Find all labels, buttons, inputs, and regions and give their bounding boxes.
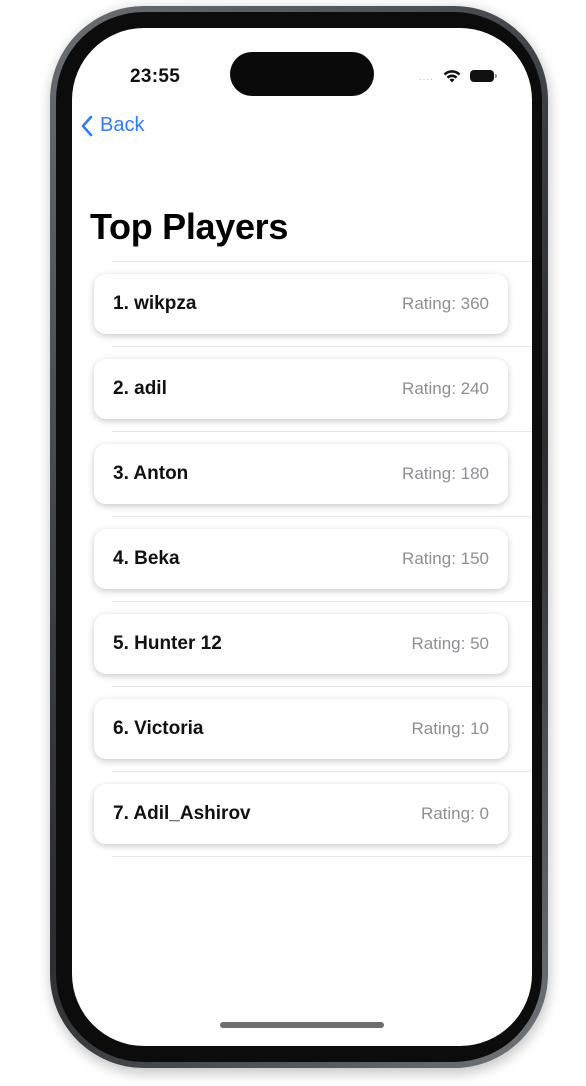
player-rating: Rating: 10 <box>411 719 490 738</box>
back-button[interactable]: Back <box>80 114 144 137</box>
player-card[interactable]: 4. Beka Rating: 150 <box>94 529 508 589</box>
player-rating: Rating: 150 <box>402 549 489 568</box>
list-item: 6. Victoria Rating: 10 <box>72 686 532 771</box>
player-card[interactable]: 3. Anton Rating: 180 <box>94 444 508 504</box>
list-item: 7. Adil_Ashirov Rating: 0 <box>72 771 532 857</box>
list-item: 4. Beka Rating: 150 <box>72 516 532 601</box>
row-separator <box>112 601 532 602</box>
player-name: 6. Victoria <box>113 718 204 739</box>
status-time: 23:55 <box>130 66 181 87</box>
page-title: Top Players <box>90 206 289 247</box>
player-card[interactable]: 1. wikpza Rating: 360 <box>94 274 508 334</box>
signal-icon: .... <box>418 72 434 83</box>
player-rating: Rating: 360 <box>402 294 489 313</box>
player-rating: Rating: 0 <box>420 804 489 823</box>
list-item: 2. adil Rating: 240 <box>72 346 532 431</box>
row-separator <box>112 686 532 687</box>
chevron-left-icon <box>81 115 93 136</box>
player-name: 4. Beka <box>113 548 180 569</box>
canvas: 23:55 .... Back Top Players 1. wikpza Ra… <box>0 0 586 1086</box>
player-name: 5. Hunter 12 <box>113 633 222 654</box>
battery-icon <box>470 70 497 82</box>
home-indicator[interactable] <box>220 1022 384 1028</box>
wifi-icon <box>443 70 461 83</box>
player-card[interactable]: 5. Hunter 12 Rating: 50 <box>94 614 508 674</box>
player-name: 3. Anton <box>113 463 189 484</box>
player-card[interactable]: 7. Adil_Ashirov Rating: 0 <box>94 784 508 844</box>
player-rating: Rating: 50 <box>411 634 490 653</box>
player-card[interactable]: 2. adil Rating: 240 <box>94 359 508 419</box>
row-separator <box>112 771 532 772</box>
players-list: 1. wikpza Rating: 360 2. adil Rating: 24… <box>72 261 532 857</box>
player-rating: Rating: 180 <box>402 464 489 483</box>
dynamic-island <box>230 52 374 96</box>
player-name: 7. Adil_Ashirov <box>113 803 251 824</box>
row-separator <box>112 516 532 517</box>
player-name: 2. adil <box>113 378 167 399</box>
row-separator <box>112 261 532 262</box>
back-label[interactable]: Back <box>100 114 144 137</box>
status-icons: .... <box>418 66 497 86</box>
row-separator <box>112 431 532 432</box>
player-card[interactable]: 6. Victoria Rating: 10 <box>94 699 508 759</box>
list-item: 5. Hunter 12 Rating: 50 <box>72 601 532 686</box>
player-rating: Rating: 240 <box>402 379 489 398</box>
row-separator <box>112 346 532 347</box>
list-item: 3. Anton Rating: 180 <box>72 431 532 516</box>
player-name: 1. wikpza <box>113 293 197 314</box>
list-item: 1. wikpza Rating: 360 <box>72 261 532 346</box>
screen: 23:55 .... Back Top Players 1. wikpza Ra… <box>72 28 532 1046</box>
row-separator <box>112 856 532 857</box>
